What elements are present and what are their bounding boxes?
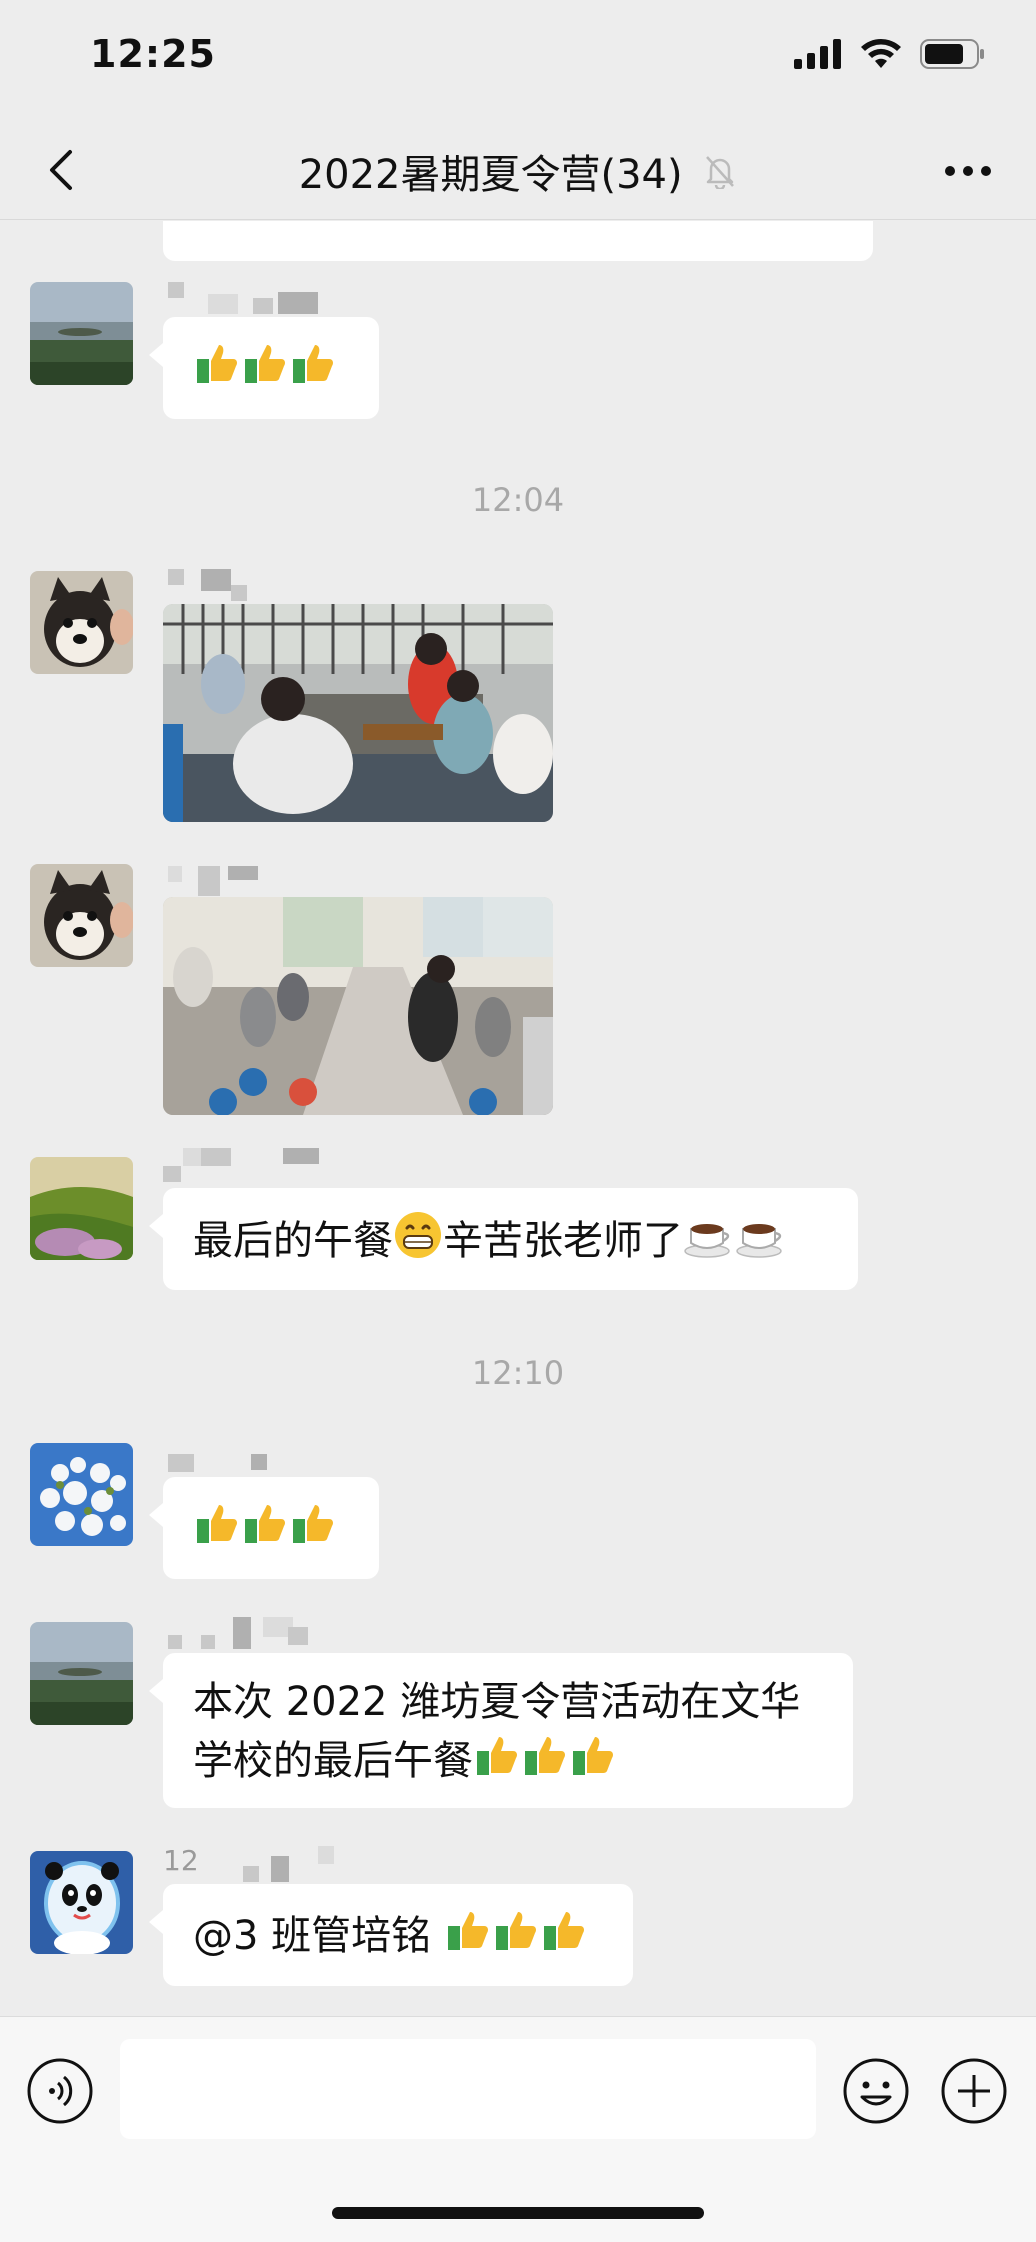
message-text: 最后的午餐 (193, 1218, 393, 1264)
thumbs-up-emoji (473, 1731, 521, 1795)
plus-icon[interactable] (940, 2057, 1008, 2125)
thumbs-up-emoji (289, 339, 337, 403)
message-text-line: 学校的最后午餐 (193, 1738, 473, 1784)
message-bubble[interactable]: 最后的午餐 辛苦张老师了 (149, 1188, 858, 1290)
thumbs-up-emoji (241, 1499, 289, 1563)
message-bubble[interactable] (149, 1477, 379, 1579)
input-bar (0, 2016, 1036, 2242)
message-input[interactable] (120, 2039, 816, 2139)
thumbs-up-emoji (193, 1499, 241, 1563)
avatar[interactable] (30, 864, 133, 967)
signal-icon (794, 39, 841, 69)
avatar[interactable] (30, 1622, 133, 1725)
chat-title-text: 2022暑期夏令营(34) (298, 152, 683, 198)
nickname-blurred (163, 569, 323, 603)
timestamp: 12:04 (471, 481, 565, 519)
status-time: 12:25 (90, 32, 216, 76)
nickname-partial: 12 (163, 1844, 199, 1877)
avatar[interactable] (30, 1157, 133, 1260)
home-indicator (332, 2207, 704, 2219)
avatar[interactable] (30, 571, 133, 674)
chat-header: 2022暑期夏令营(34) (0, 120, 1036, 220)
thumbs-up-emoji (241, 339, 289, 403)
thumbs-up-emoji (521, 1731, 569, 1795)
coffee-emoji (735, 1211, 787, 1275)
more-icon[interactable] (940, 146, 996, 196)
coffee-emoji (683, 1211, 735, 1275)
emoji-icon[interactable] (842, 2057, 910, 2125)
status-bar: 12:25 (0, 0, 1036, 120)
thumbs-up-emoji (289, 1499, 337, 1563)
message-bubble[interactable]: 本次 2022 潍坊夏令营活动在文华 学校的最后午餐 (149, 1653, 853, 1808)
nickname-blurred (163, 866, 323, 900)
status-icons (794, 38, 986, 70)
thumbs-up-emoji (540, 1906, 588, 1970)
timestamp: 12:10 (471, 1354, 565, 1392)
nickname-blurred (163, 1617, 323, 1651)
voice-icon[interactable] (26, 2057, 94, 2125)
photo-message[interactable] (163, 897, 553, 1115)
message-text: 辛苦张老师了 (443, 1218, 683, 1264)
grin-emoji (393, 1210, 443, 1276)
avatar[interactable] (30, 1851, 133, 1954)
message-list[interactable]: 12:04 最后的午餐 辛苦张老师了 12:10 本次 2022 潍坊夏令营活动… (0, 221, 1036, 2016)
mute-bell-icon (706, 156, 735, 189)
nickname-blurred (163, 282, 323, 316)
nickname-blurred (163, 1148, 323, 1182)
battery-icon (920, 39, 984, 69)
wifi-icon (861, 39, 901, 68)
message-bubble-partial[interactable] (163, 221, 873, 261)
message-text: @3 班管培铭 (193, 1913, 444, 1959)
message-bubble[interactable]: @3 班管培铭 (149, 1884, 633, 1986)
avatar[interactable] (30, 1443, 133, 1546)
thumbs-up-emoji (569, 1731, 617, 1795)
nickname-blurred: 12 (163, 1844, 363, 1882)
thumbs-up-emoji (193, 339, 241, 403)
photo-message[interactable] (163, 604, 553, 822)
message-bubble[interactable] (149, 317, 379, 419)
thumbs-up-emoji (492, 1906, 540, 1970)
message-text-line: 本次 2022 潍坊夏令营活动在文华 (193, 1679, 801, 1725)
chat-title: 2022暑期夏令营(34) (0, 142, 1036, 200)
avatar[interactable] (30, 282, 133, 385)
thumbs-up-emoji (444, 1906, 492, 1970)
